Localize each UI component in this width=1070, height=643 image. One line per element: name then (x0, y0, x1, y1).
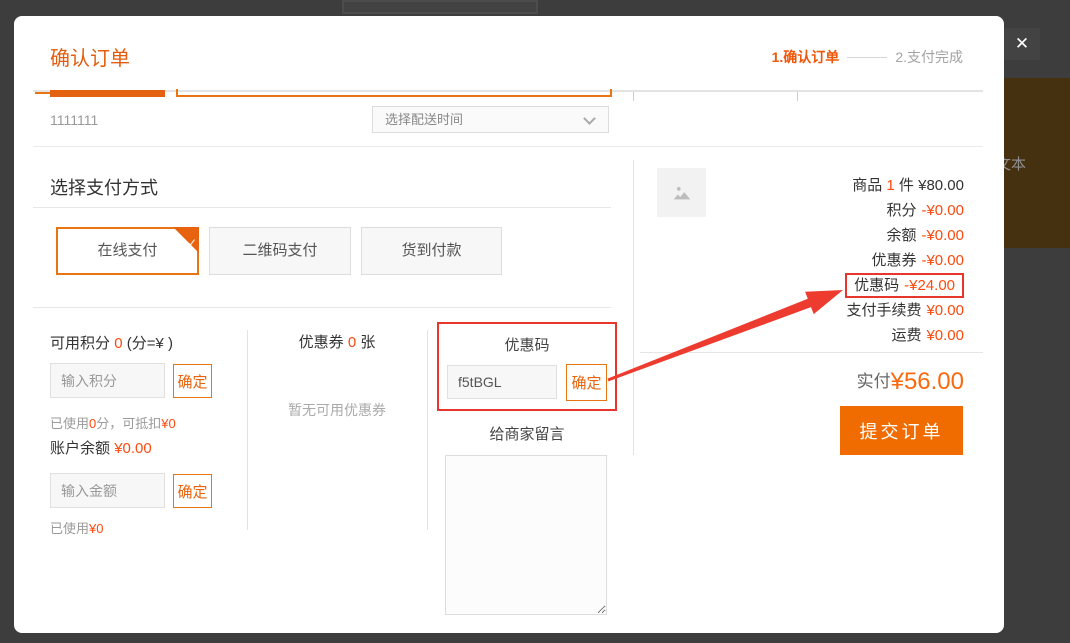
merchant-message-title: 给商家留言 (437, 423, 617, 444)
pay-method-online-label: 在线支付 (97, 242, 157, 259)
balance-input[interactable] (50, 473, 165, 508)
table-column-separator (797, 92, 798, 101)
merchant-message-textarea[interactable] (445, 455, 607, 615)
step-payment-complete: 2.支付完成 (895, 49, 963, 65)
section-divider (33, 146, 983, 147)
points-label-line: 可用积分 0 (分=¥ ) (50, 332, 173, 353)
points-used-note: 已使用0分，可抵扣¥0 (50, 413, 176, 432)
chevron-down-icon (583, 112, 596, 125)
total-label: 实付 (857, 372, 891, 391)
order-summary: 商品 1 件 ¥80.00 积分 -¥0.00 余额 -¥0.00 优惠券 -¥0.0… (634, 173, 964, 348)
payment-title-underline (33, 207, 611, 208)
balance-label-line: 账户余额 ¥0.00 (50, 437, 152, 458)
table-column-separator (633, 92, 634, 101)
balance-used-prefix: 已使用 (50, 521, 89, 536)
annotation-rect-coupon-code-row: 优惠码 -¥24.00 (845, 273, 964, 298)
total-value: ¥56.00 (891, 368, 964, 395)
coupon-label: 优惠券 (299, 334, 344, 351)
scrolled-orange-edge (35, 92, 50, 94)
points-available: 0 (114, 335, 122, 352)
submit-order-button[interactable]: 提交订单 (840, 406, 963, 455)
payment-tabs-divider (33, 307, 611, 308)
summary-row: 支付手续费 ¥0.00 (634, 298, 964, 323)
summary-label: 优惠码 (854, 277, 899, 294)
summary-row: 余额 -¥0.00 (634, 223, 964, 248)
pay-method-cod[interactable]: 货到付款 (361, 227, 502, 275)
summary-row: 运费 ¥0.00 (634, 323, 964, 348)
summary-value: -¥24.00 (904, 277, 955, 294)
summary-label: 运费 (891, 327, 921, 344)
summary-value: ¥0.00 (926, 327, 964, 344)
summary-row: 优惠券 -¥0.00 (634, 248, 964, 273)
points-used-mid: 分，可抵扣 (96, 416, 161, 431)
pay-method-online[interactable]: 在线支付 ✓ (56, 227, 199, 275)
summary-row: 积分 -¥0.00 (634, 198, 964, 223)
order-number-text: 1111111 (50, 112, 98, 128)
goods-label: 商品 (852, 177, 882, 194)
close-icon: ✕ (1015, 34, 1029, 53)
summary-label: 积分 (886, 202, 916, 219)
coupon-header: 优惠券 0 张 (247, 331, 427, 352)
payment-section-title: 选择支付方式 (50, 174, 158, 200)
points-used-amount: ¥0 (161, 416, 175, 431)
checkout-steps: 1.确认订单 2.支付完成 (772, 47, 963, 67)
summary-row-goods: 商品 1 件 ¥80.00 (634, 173, 964, 198)
coupon-code-confirm-button[interactable]: 确定 (566, 364, 607, 401)
balance-amount: ¥0.00 (114, 440, 152, 457)
step-confirm-order: 1.确认订单 (772, 49, 840, 65)
check-icon: ✓ (187, 237, 197, 249)
background-dimmed-box (342, 0, 538, 14)
scrolled-orange-button-bottom (50, 90, 165, 97)
summary-value: -¥0.00 (921, 227, 964, 244)
pay-method-qrcode-label: 二维码支付 (242, 242, 317, 259)
summary-divider (640, 352, 983, 353)
summary-label: 支付手续费 (846, 302, 921, 319)
balance-used-note: 已使用¥0 (50, 518, 103, 537)
delivery-time-select[interactable]: 选择配送时间 (372, 106, 609, 133)
delivery-time-placeholder: 选择配送时间 (385, 112, 463, 127)
page-title: 确认订单 (50, 42, 130, 71)
points-input[interactable] (50, 363, 165, 398)
close-button[interactable]: ✕ (1004, 28, 1040, 60)
selected-corner-badge: ✓ (173, 227, 199, 253)
balance-label: 账户余额 (50, 440, 110, 457)
column-divider (427, 330, 428, 530)
goods-price: ¥80.00 (918, 177, 964, 194)
points-rate-note: (分=¥ ) (127, 335, 173, 352)
coupon-unit: 张 (360, 334, 375, 351)
pay-method-qrcode[interactable]: 二维码支付 (209, 227, 351, 275)
coupon-count: 0 (348, 334, 356, 351)
coupon-empty-text: 暂无可用优惠券 (247, 400, 427, 420)
points-confirm-button[interactable]: 确定 (173, 364, 212, 398)
goods-unit: 件 (899, 177, 914, 194)
points-used-prefix: 已使用 (50, 416, 89, 431)
coupon-code-title: 优惠码 (437, 334, 617, 355)
summary-value: -¥0.00 (921, 202, 964, 219)
summary-label: 优惠券 (871, 252, 916, 269)
balance-used-amount: ¥0 (89, 521, 103, 536)
confirm-order-modal: 确认订单 1.确认订单2.支付完成 1111111 选择配送时间 选择支付方式 … (14, 16, 1004, 633)
column-divider (247, 330, 248, 530)
summary-value: -¥0.00 (921, 252, 964, 269)
summary-row-coupon-code: 优惠码 -¥24.00 (634, 273, 964, 298)
goods-count: 1 (886, 177, 894, 194)
scrolled-orange-box-bottom (176, 89, 612, 97)
balance-confirm-button[interactable]: 确定 (173, 474, 212, 508)
step-divider (847, 57, 887, 58)
coupon-code-input[interactable] (447, 365, 557, 399)
summary-label: 余额 (886, 227, 916, 244)
summary-value: ¥0.00 (926, 302, 964, 319)
points-label: 可用积分 (50, 335, 110, 352)
pay-method-cod-label: 货到付款 (401, 242, 461, 259)
total-line: 实付¥56.00 (634, 367, 964, 396)
